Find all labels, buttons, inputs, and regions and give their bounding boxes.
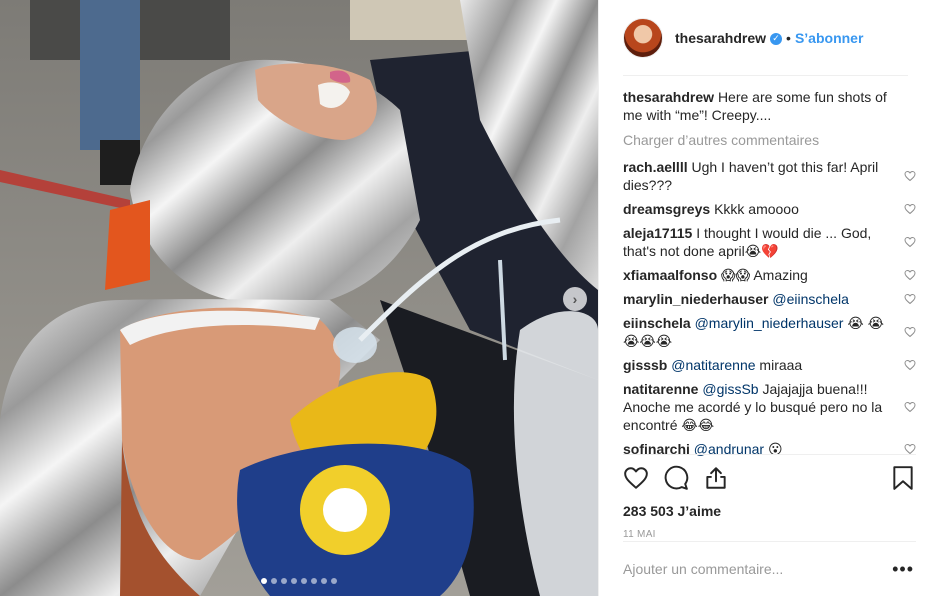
comment-body: marylin_niederhauser @eiinschela [623, 290, 885, 308]
post-caption: thesarahdrew Here are some fun shots of … [623, 88, 916, 124]
comment-body: xfiamaalfonso 😱😱 Amazing [623, 266, 885, 284]
comment-username[interactable]: rach.aellll [623, 159, 688, 175]
verified-badge-icon: ✓ [770, 32, 783, 45]
carousel-dot [331, 578, 337, 584]
comment-row: rach.aellll Ugh I haven’t got this far! … [623, 158, 916, 194]
comment-text: 😱😱 Amazing [721, 267, 808, 283]
comment-row: xfiamaalfonso 😱😱 Amazing [623, 266, 916, 284]
carousel-indicator [0, 578, 598, 584]
photo-illustration [0, 0, 598, 596]
post-side-panel: thesarahdrew ✓ • S’abonner thesarahdrew Her… [598, 0, 932, 596]
comment-text: miraaa [759, 357, 803, 373]
caption-username[interactable]: thesarahdrew [623, 89, 714, 105]
comment-body: rach.aellll Ugh I haven’t got this far! … [623, 158, 885, 194]
comment-input[interactable] [623, 561, 863, 577]
post-photo[interactable]: › [0, 0, 598, 596]
comment-row: natitarenne @gissSb Jajajajja buena!!! A… [623, 380, 916, 434]
comment-body: gisssb @natitarenne miraaa [623, 356, 885, 374]
comment-like-heart-icon[interactable] [904, 170, 916, 182]
carousel-next-button[interactable]: › [563, 287, 587, 311]
comment-mention[interactable]: @natitarenne [671, 357, 755, 373]
post-header: thesarahdrew ✓ • S’abonner [623, 0, 908, 76]
comment-body: dreamsgreys Kkkk amoooo [623, 200, 885, 218]
comment-mention[interactable]: @gissSb [702, 381, 758, 397]
heart-icon[interactable] [623, 465, 649, 491]
post-actions: 283 503 J’aime 11 MAI [623, 454, 916, 540]
comment-username[interactable]: gisssb [623, 357, 667, 373]
comments-list[interactable]: thesarahdrew Here are some fun shots of … [623, 88, 916, 456]
carousel-dot [311, 578, 317, 584]
bookmark-icon[interactable] [890, 465, 916, 491]
carousel-dot [271, 578, 277, 584]
comment-body: eiinschela @marylin_niederhauser 😭 😭😭😭😭 [623, 314, 885, 350]
likes-count[interactable]: 283 503 J’aime [623, 503, 916, 519]
comment-row: dreamsgreys Kkkk amoooo [623, 200, 916, 218]
comment-username[interactable]: eiinschela [623, 315, 691, 331]
carousel-dot [281, 578, 287, 584]
comment-row: marylin_niederhauser @eiinschela [623, 290, 916, 308]
comment-username[interactable]: aleja17115 [623, 225, 692, 241]
comment-like-heart-icon[interactable] [904, 326, 916, 338]
comment-like-heart-icon[interactable] [904, 236, 916, 248]
likes-number: 283 503 [623, 503, 674, 519]
comment-like-heart-icon[interactable] [904, 401, 916, 413]
more-options-button[interactable]: ••• [892, 559, 916, 580]
post-date: 11 MAI [623, 529, 656, 540]
comment-text: Kkkk amoooo [714, 201, 799, 217]
add-comment-bar: ••• [623, 541, 916, 596]
carousel-dot [321, 578, 327, 584]
load-more-comments-button[interactable]: Charger d’autres commentaires [623, 132, 916, 148]
comment-username[interactable]: marylin_niederhauser [623, 291, 769, 307]
follow-button[interactable]: S’abonner [795, 30, 863, 46]
header-separator: • [786, 29, 791, 46]
header-meta: thesarahdrew ✓ • S’abonner [675, 30, 863, 46]
carousel-dot [301, 578, 307, 584]
comment-mention[interactable]: @marylin_niederhauser [695, 315, 844, 331]
comment-body: aleja17115 I thought I would die ... God… [623, 224, 885, 260]
comment-row: eiinschela @marylin_niederhauser 😭 😭😭😭😭 [623, 314, 916, 350]
comment-body: natitarenne @gissSb Jajajajja buena!!! A… [623, 380, 885, 434]
comment-icon[interactable] [663, 465, 689, 491]
carousel-dot [261, 578, 267, 584]
comment-like-heart-icon[interactable] [904, 359, 916, 371]
comment-mention[interactable]: @eiinschela [772, 291, 848, 307]
carousel-dot [291, 578, 297, 584]
likes-label: J’aime [677, 503, 722, 519]
comment-like-heart-icon[interactable] [904, 269, 916, 281]
share-icon[interactable] [703, 465, 729, 491]
comment-row: gisssb @natitarenne miraaa [623, 356, 916, 374]
header-username[interactable]: thesarahdrew [675, 30, 766, 46]
comment-username[interactable]: dreamsgreys [623, 201, 710, 217]
comment-like-heart-icon[interactable] [904, 203, 916, 215]
instagram-post-modal: › thesarahdrew ✓ • S’abonner thesarahdrew H… [0, 0, 932, 596]
comment-like-heart-icon[interactable] [904, 293, 916, 305]
avatar[interactable] [623, 17, 663, 58]
comment-username[interactable]: natitarenne [623, 381, 698, 397]
comment-row: aleja17115 I thought I would die ... God… [623, 224, 916, 260]
comment-username[interactable]: xfiamaalfonso [623, 267, 717, 283]
